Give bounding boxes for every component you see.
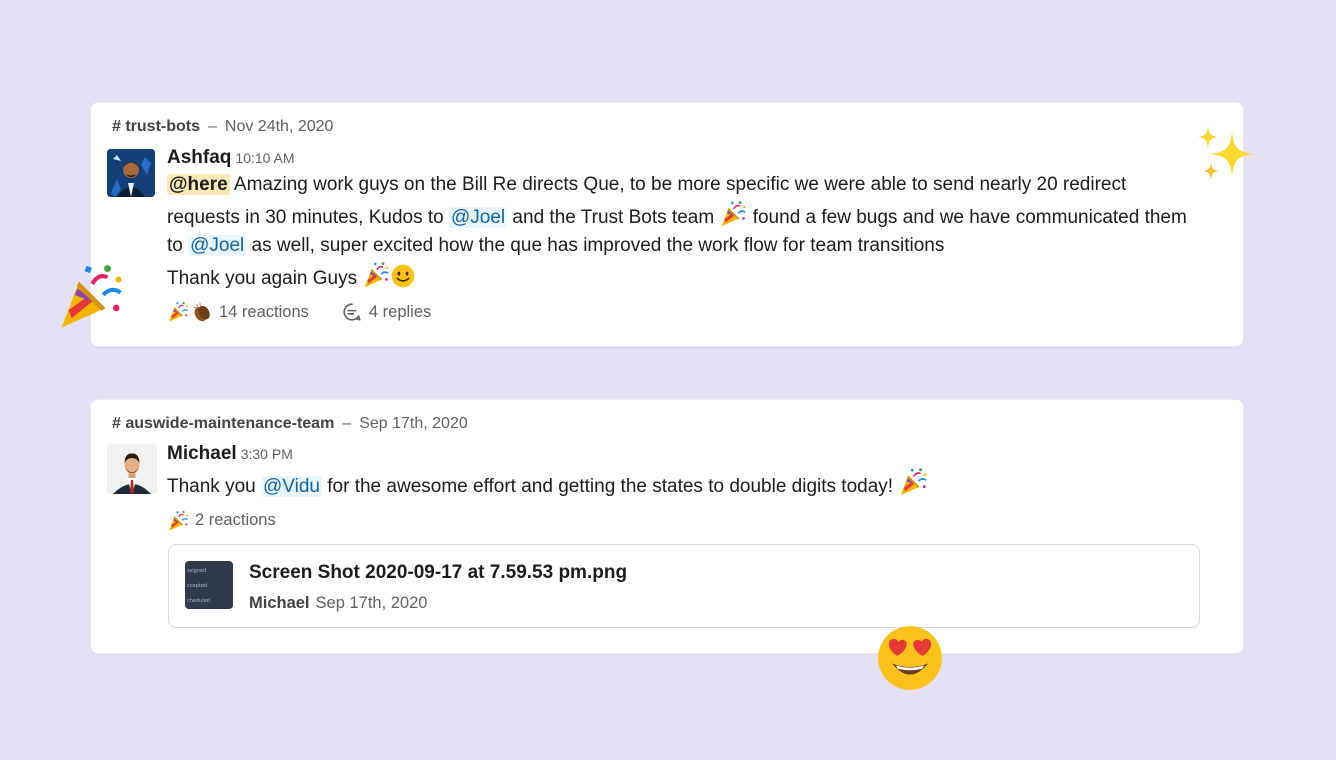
replies-link[interactable]: 4 replies [341,301,431,323]
speech-bubble-icon [343,303,361,321]
reactions-summary[interactable]: 14 reactions [167,301,309,323]
message-date: Sep 17th, 2020 [359,415,468,432]
file-uploader[interactable]: Michael [249,594,310,612]
message-text: Thank you [167,476,261,497]
party-popper-icon [362,261,390,289]
message-text: Thank you again Guys [167,267,363,289]
party-popper-icon [167,301,189,323]
thumbnail-text: ssigned [187,568,207,574]
context-separator: – [208,118,217,135]
message-card-auswide-maintenance-team: # auswide-maintenance-team – Sep 17th, 202… [90,399,1244,654]
channel-link[interactable]: # auswide-maintenance-team [112,415,334,432]
author-name[interactable]: Michael [167,443,237,464]
message-context: # auswide-maintenance-team – Sep 17th, 202… [112,415,468,433]
reactions-summary[interactable]: 2 reactions [167,510,276,532]
heart-eyes-face-icon [876,624,944,692]
party-popper-icon [167,510,189,532]
message-time[interactable]: 3:30 PM [241,446,293,462]
sparkles-icon [1194,124,1258,188]
file-thumbnail[interactable]: ssigned ccepted cheduled [185,561,233,609]
channel-link[interactable]: # trust-bots [112,118,200,135]
reactions-count: 2 reactions [195,511,276,529]
party-popper-icon [898,467,928,497]
party-popper-icon [52,262,128,332]
file-date: Sep 17th, 2020 [315,594,428,612]
message-context: # trust-bots – Nov 24th, 2020 [112,118,333,136]
message-body: @here Amazing work guys on the Bill Re d… [167,171,1203,293]
file-meta: Michael Sep 17th, 2020 [249,594,427,613]
party-popper-icon [719,200,747,228]
here-mention[interactable]: @here [167,174,230,195]
message-text: and the Trust Bots team [507,206,720,228]
message-date: Nov 24th, 2020 [224,118,334,135]
file-attachment[interactable]: ssigned ccepted cheduled Screen Shot 202… [168,544,1200,628]
message-card-trust-bots: # trust-bots – Nov 24th, 2020 Ashfaq 10:10 … [90,102,1244,347]
message-footer: 14 reactions 4 replies [167,299,1203,325]
message-content: Ashfaq 10:10 AM @here Amazing work guys o… [167,146,1203,325]
user-mention[interactable]: @Vidu [261,476,322,497]
avatar[interactable] [107,444,157,494]
reactions-count: 14 reactions [219,302,309,321]
message-text: as well, super excited how the que has i… [246,235,945,256]
avatar-photo-icon [107,149,155,197]
clapping-hands-icon [191,301,213,323]
user-mention[interactable]: @Joel [449,206,508,228]
avatar[interactable] [107,149,155,197]
smiling-face-icon [390,263,416,289]
message-body: Thank you @Vidu for the awesome effort a… [167,467,1203,502]
author-name[interactable]: Ashfaq [167,147,231,168]
context-separator: – [342,415,352,432]
thumbnail-text: ccepted [187,583,207,589]
message-content: Michael 3:30 PM Thank you @Vidu for the a… [167,442,1203,534]
thumbnail-text: cheduled [187,598,210,604]
message-footer: 2 reactions [167,508,1203,534]
message-text: for the awesome effort and getting the s… [321,476,899,497]
replies-count: 4 replies [368,302,432,321]
message-time[interactable]: 10:10 AM [235,150,294,166]
file-name[interactable]: Screen Shot 2020-09-17 at 7.59.53 pm.png [249,562,627,584]
user-mention[interactable]: @Joel [188,235,247,256]
avatar-photo-icon [107,444,157,494]
